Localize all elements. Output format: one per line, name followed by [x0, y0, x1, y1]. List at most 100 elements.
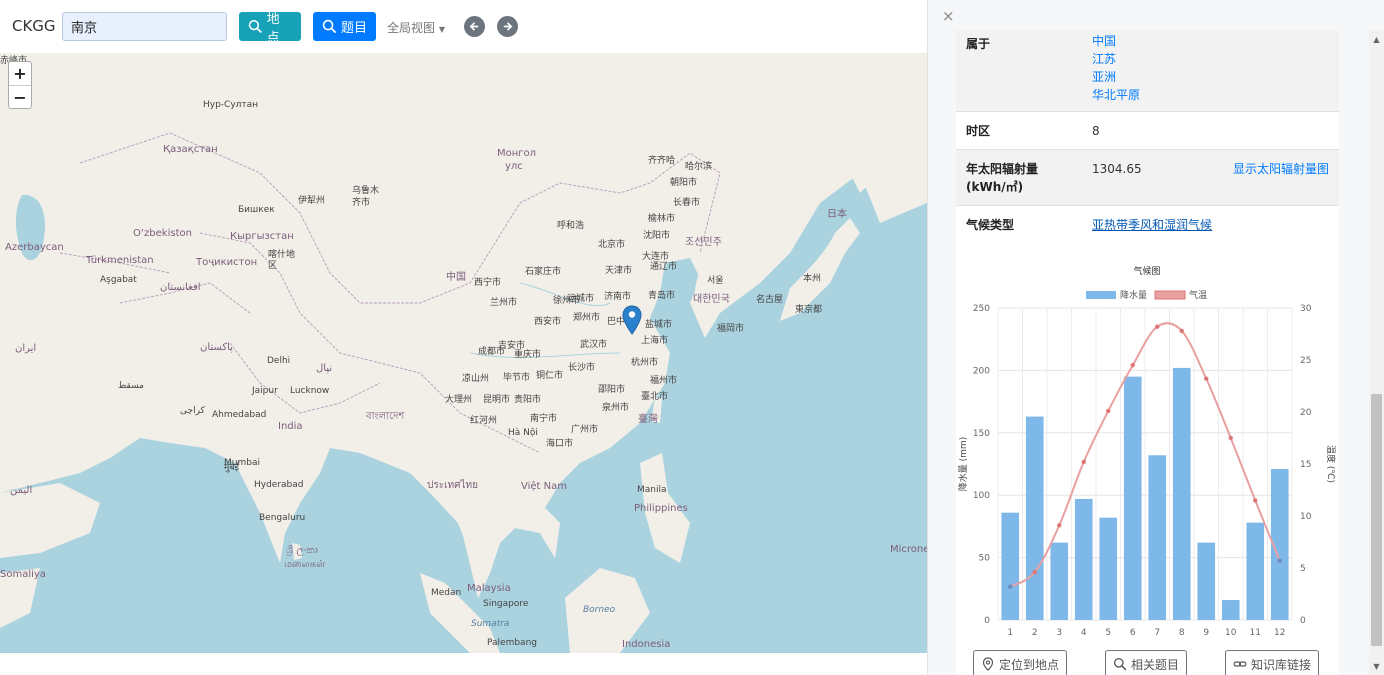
map-label: Malaysia	[467, 583, 511, 594]
map-label: 呼和浩	[557, 221, 585, 231]
legend-label-precip: 降水量	[1120, 289, 1147, 301]
map-label: 榆林市	[648, 214, 676, 224]
temperature-point	[1204, 376, 1209, 381]
row-solar-radiation: 年太阳辐射量 (kWh/㎡) 1304.65 显示太阳辐射量图	[956, 150, 1339, 206]
climate-chart: 气候图降水量 气温050100150200250051015202530降水量 (…	[957, 265, 1337, 638]
precip-bar	[1172, 367, 1191, 620]
legend-swatch-temp	[1154, 290, 1186, 300]
map-label: 福岡市	[717, 324, 745, 334]
map-label: улс	[505, 161, 523, 172]
belongs-link-province[interactable]: 江苏	[1092, 52, 1116, 66]
map-label: 서울	[707, 276, 724, 286]
map-label: 济南市	[604, 292, 632, 302]
precip-bar	[1050, 542, 1069, 620]
x-tick-label: 3	[1056, 628, 1062, 638]
solar-value: 1304.65	[1092, 162, 1142, 176]
map-label: 杭州市	[631, 358, 659, 368]
map-label: کراچی	[180, 406, 205, 416]
topic-search-button[interactable]: 题目	[313, 12, 376, 41]
panel-actions: 定位到地点 相关题目 知识库链接	[956, 650, 1339, 675]
row-climate-type: 气候类型 亚热带季风和湿润气候	[956, 206, 1339, 242]
x-tick-label: 4	[1081, 628, 1087, 638]
map-label: Delhi	[267, 356, 291, 366]
climate-type-link[interactable]: 亚热带季风和湿润气候	[1092, 216, 1212, 234]
map-label: 天津市	[605, 266, 633, 276]
knowledge-base-link-button[interactable]: 知识库链接	[1225, 650, 1320, 675]
precip-bar	[1074, 498, 1093, 620]
zoom-out-button[interactable]: −	[9, 85, 31, 108]
precip-bar	[1123, 376, 1142, 620]
scrollbar-thumb[interactable]	[1371, 394, 1382, 646]
precip-bar	[1025, 416, 1044, 620]
forward-button[interactable]	[497, 16, 518, 37]
show-solar-map-link[interactable]: 显示太阳辐射量图	[1233, 160, 1329, 177]
map-label: افغانستان	[160, 282, 201, 293]
belongs-values: 中国 江苏 亚洲 华北平原	[1092, 32, 1140, 104]
scroll-down-icon[interactable]: ▼	[1369, 659, 1384, 673]
global-view-dropdown[interactable]: 全局视图 ▼	[387, 19, 445, 36]
map-label: 齐市	[352, 198, 371, 208]
x-tick-label: 1	[1007, 628, 1013, 638]
search-input[interactable]	[62, 12, 227, 41]
map-label: 郑州市	[573, 313, 601, 323]
map-label: Lucknow	[290, 386, 330, 396]
map-label: Қазақстан	[163, 144, 218, 155]
map-label: 臺北市	[641, 392, 669, 402]
precip-bar	[1099, 517, 1118, 620]
y-tick-label: 200	[973, 366, 990, 376]
map-label: 臺灣	[638, 414, 658, 425]
solar-key: 年太阳辐射量 (kWh/㎡)	[966, 160, 1038, 196]
temperature-point	[1032, 569, 1037, 575]
belongs-link-continent[interactable]: 亚洲	[1092, 70, 1116, 84]
map-label: 齐齐哈	[648, 156, 676, 166]
map-label: 福州市	[650, 376, 678, 386]
map-label: 上海市	[641, 336, 669, 346]
map-footer-space	[0, 653, 927, 675]
temperature-point	[1081, 459, 1086, 465]
zoom-in-button[interactable]: +	[9, 62, 31, 85]
map-label: Sumatra	[471, 619, 510, 629]
back-button[interactable]	[464, 16, 485, 37]
map-label: 名古屋	[756, 295, 784, 305]
y2-axis-label: 温度 (℃)	[1325, 445, 1337, 483]
map-label: 青岛市	[648, 291, 676, 301]
related-label: 相关题目	[1131, 657, 1180, 672]
map-label: Singapore	[483, 599, 529, 609]
place-search-button[interactable]: 地点	[239, 12, 301, 46]
map-marker-icon	[982, 657, 994, 671]
map-label: বাংলাদেশ	[366, 411, 405, 422]
map-label: Manila	[637, 485, 667, 495]
climate-key: 气候类型	[966, 218, 1015, 232]
map-view[interactable]: Нур-Султан Қазақстан Монгол улс 乌鲁木 齐市 伊犁州 Бишк…	[0, 53, 927, 653]
related-topics-button[interactable]: 相关题目	[1105, 650, 1188, 675]
y-tick-label: 250	[973, 304, 990, 314]
scroll-up-icon[interactable]: ▲	[1369, 32, 1384, 46]
map-label: Нур-Султан	[203, 100, 259, 110]
belongs-link-region[interactable]: 华北平原	[1092, 88, 1140, 102]
map-label: 대한민국	[693, 294, 730, 305]
topic-button-label: 题目	[341, 21, 368, 36]
temperature-point	[1008, 584, 1013, 589]
map-label: O‘zbekiston	[133, 228, 192, 239]
detail-panel: × 属于 中国 江苏 亚洲 华北平原 时区 8 年太阳辐射量 (kWh/㎡) 1…	[927, 0, 1384, 675]
solar-key-line1: 年太阳辐射量	[966, 162, 1039, 176]
timezone-key: 时区	[966, 124, 991, 138]
search-icon	[1113, 657, 1127, 671]
close-panel-button[interactable]: ×	[942, 7, 955, 25]
map-label: 西宁市	[474, 278, 502, 288]
arrow-left-icon	[469, 22, 479, 31]
map-label: Indonesia	[622, 639, 671, 650]
map-label: نپال	[316, 363, 333, 374]
y-tick-label: 50	[979, 554, 991, 564]
map-label: Medan	[431, 588, 462, 598]
belongs-link-country[interactable]: 中国	[1092, 34, 1116, 48]
app-brand[interactable]: CKGG	[12, 17, 56, 35]
locate-button[interactable]: 定位到地点	[973, 650, 1068, 675]
panel-scrollbar[interactable]: ▲ ▼	[1369, 30, 1384, 675]
location-pin-icon[interactable]	[622, 305, 642, 335]
precip-bar	[1197, 542, 1216, 620]
map-label: 吉安市	[498, 341, 526, 351]
map-label: Việt Nam	[521, 481, 568, 492]
x-tick-label: 9	[1203, 628, 1209, 638]
map-label: Тоҷикистон	[196, 257, 258, 268]
